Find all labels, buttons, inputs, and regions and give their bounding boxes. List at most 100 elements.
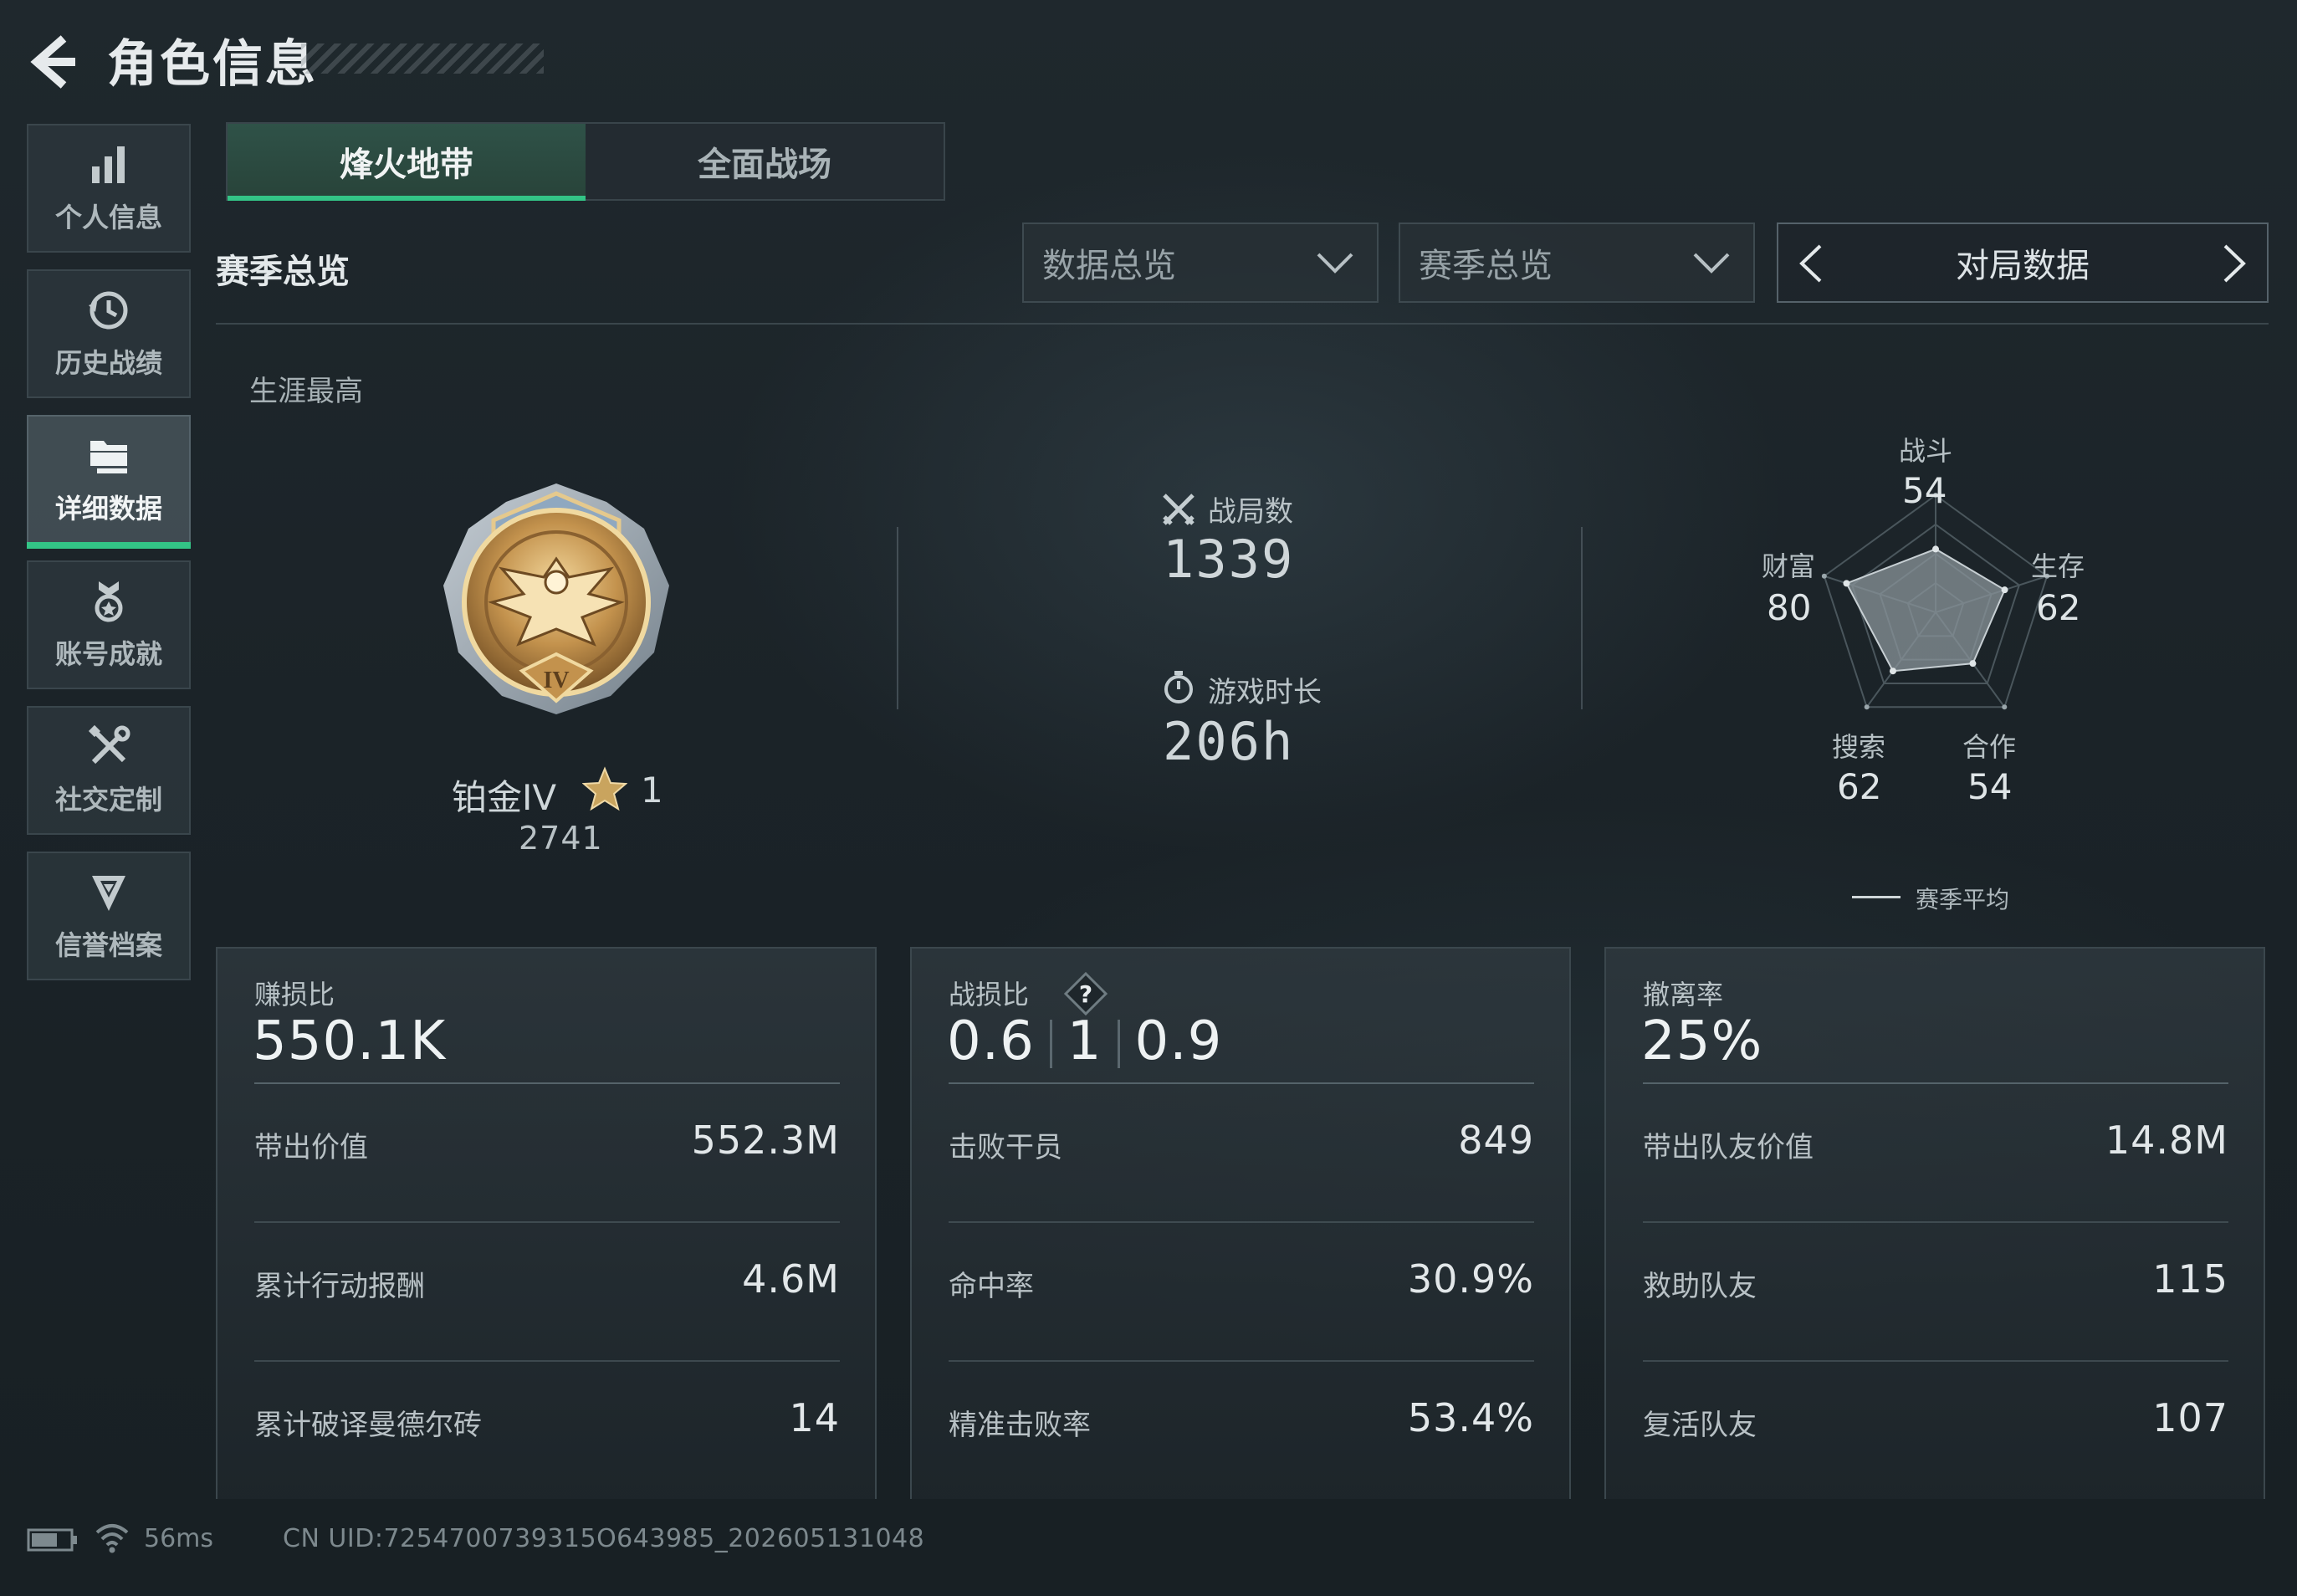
rank-stars-count: 1 [641,770,663,811]
stat-label: 带出价值 [254,1131,368,1164]
mode-tabs: 烽火地带 全面战场 [226,122,945,201]
sidebar-item-social[interactable]: 社交定制 [27,706,191,835]
kd-values: 0.6 1 0.9 [947,1010,1222,1072]
achievement-medal-icon [95,581,123,622]
kd-ratio-card: 战损比 ? 0.6 1 0.9 击败干员 849 命中率 30.9% 精准击败率 5… [910,947,1571,1499]
sidebar-item-achievements[interactable]: 账号成就 [27,560,191,689]
stat-value: 53.4% [1407,1395,1534,1440]
screen-root: { "header": { "title": "角色信息" }, "sideba… [0,0,2297,1596]
sidebar-item-history[interactable]: 历史战绩 [27,269,191,398]
stat-label: 命中率 [949,1270,1034,1303]
sidebar-item-detail-data[interactable]: 详细数据 [27,415,191,549]
wifi-icon [95,1524,129,1553]
dropdown-value: 赛季总览 [1419,247,1553,285]
radar-label-survival: 生存 [2031,550,2085,582]
divider [1049,1020,1052,1069]
legend-label: 赛季平均 [1916,886,2010,913]
stat-row: 精准击败率 53.4% [949,1362,1534,1501]
stat-row: 累计行动报酬 4.6M [254,1223,840,1362]
sidebar-item-profile[interactable]: 个人信息 [27,124,191,253]
section-title: 赛季总览 [216,253,350,291]
stat-row: 击败干员 849 [949,1084,1534,1223]
stat-value: 30.9% [1407,1256,1534,1302]
stat-label: 击败干员 [949,1131,1062,1164]
stat-label: 累计行动报酬 [254,1270,425,1303]
radar-axis-end-3 [2002,704,2008,710]
stat-row: 带出队友价值 14.8M [1643,1084,2228,1223]
radar-value-wealth: 80 [1767,587,1812,628]
battery-icon [27,1528,77,1552]
dropdown-value: 数据总览 [1042,247,1176,285]
extraction-rate-card: 撤离率 25% 带出队友价值 14.8M 救助队友 115 复活队友 107 [1604,947,2265,1499]
playtime-label: 游戏时长 [1208,676,1322,709]
radar-axis-end-4 [1864,704,1870,710]
sidebar-item-label: 个人信息 [54,202,162,233]
crossed-swords-icon [1163,494,1195,525]
clock-history-icon [89,291,128,330]
chevron-left-icon[interactable] [1793,243,1830,284]
stat-value: 4.6M [742,1256,840,1302]
stat-value: 14 [789,1395,840,1440]
radar-value-polygon [1845,548,2006,673]
svg-text:IV: IV [543,668,569,693]
stat-label: 救助队友 [1643,1270,1757,1303]
radar-point-1 [1932,545,1939,553]
shield-chevron-icon [92,876,125,911]
match-data-pager: 对局数据 [1777,223,2269,303]
platinum-rank-badge-icon: IV [443,483,669,714]
stat-value: 107 [2152,1395,2228,1440]
stat-label: 复活队友 [1643,1409,1757,1442]
card-header-label: 赚损比 [254,979,335,1010]
stat-row: 命中率 30.9% [949,1223,1534,1362]
sidebar-item-label: 历史战绩 [54,347,162,379]
tab-battlefield[interactable]: 全面战场 [586,124,944,199]
radar-label-combat: 战斗 [1899,435,1953,467]
back-arrow-icon[interactable] [25,32,84,90]
page-title: 角色信息 [107,35,318,94]
radar-value-search: 62 [1837,766,1882,807]
chevron-down-icon [1317,253,1353,274]
card-header-label: 战损比 [949,979,1030,1010]
kd-value-2: 1 [1067,1010,1102,1072]
sidebar-item-label: 信誉档案 [54,929,162,961]
user-uid: CN UID:7254700739315O643985_202605131048 [283,1524,925,1553]
sidebar-item-label: 详细数据 [54,493,162,524]
divider [1117,1020,1120,1069]
help-glyph: ? [1079,980,1092,1008]
bar-chart-icon [92,146,125,183]
folder-stack-icon [90,441,127,473]
season-dropdown[interactable]: 赛季总览 [1399,223,1755,303]
sidebar-item-label: 账号成就 [54,638,162,670]
title-decoration [301,43,544,74]
star-icon [582,766,627,811]
sidebar-item-reputation[interactable]: 信誉档案 [27,852,191,980]
stat-row: 救助队友 115 [1643,1223,2228,1362]
radar-label-cooperation: 合作 [1962,731,2017,763]
stat-label: 精准击败率 [949,1409,1091,1442]
radar-point-5 [1843,580,1850,587]
radar-value-survival: 62 [2036,587,2081,628]
stat-value: 115 [2152,1256,2228,1302]
kd-value-1: 0.6 [947,1010,1035,1072]
radar-value-cooperation: 54 [1967,766,2013,807]
data-overview-dropdown[interactable]: 数据总览 [1022,223,1379,303]
matches-label: 战局数 [1208,495,1293,529]
chevron-right-icon[interactable] [2215,243,2252,284]
stat-row: 累计破译曼德尔砖 14 [254,1362,840,1501]
stat-label: 带出队友价值 [1643,1131,1814,1164]
pager-label: 对局数据 [1956,247,2090,285]
rank-name: 铂金IV [452,777,557,818]
divider [1581,527,1583,709]
career-best-label: 生涯最高 [249,375,363,408]
divider [897,527,898,709]
tab-firezone[interactable]: 烽火地带 [228,124,586,201]
playtime-value: 206h [1163,711,1295,772]
radar-value-combat: 54 [1902,470,1947,511]
chevron-down-icon [1693,253,1730,274]
wrench-screwdriver-icon [88,724,130,765]
sidebar-item-label: 社交定制 [54,784,162,816]
rank-score: 2741 [519,820,603,857]
card-header-value: 550.1K [253,1010,447,1072]
card-header-label: 撤离率 [1643,979,1724,1010]
stat-value: 14.8M [2105,1118,2228,1163]
